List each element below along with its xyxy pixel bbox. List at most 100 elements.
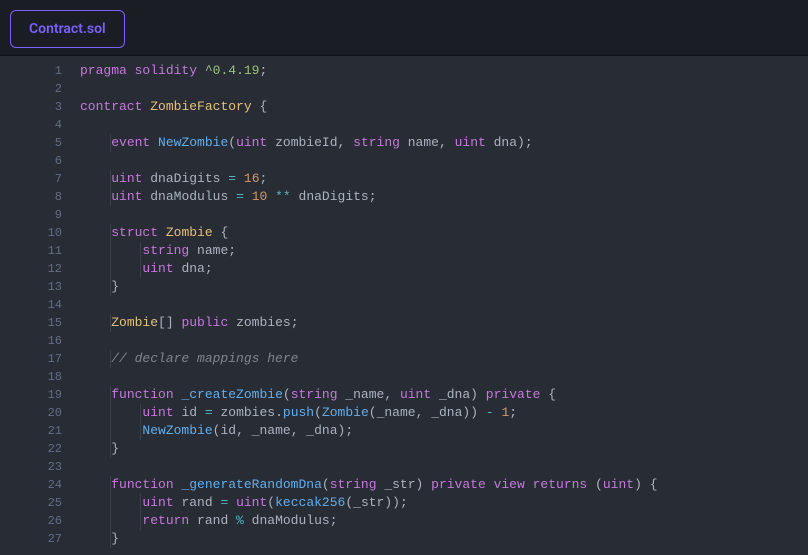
code-line[interactable] xyxy=(80,116,808,134)
token-class: Zombie xyxy=(166,225,213,240)
token-kw: returns xyxy=(533,477,588,492)
token-punc: ( xyxy=(345,495,353,510)
code-line[interactable]: function _createZombie(string _name, uin… xyxy=(80,386,808,404)
token-punc: ( xyxy=(369,405,377,420)
token-punc: ; xyxy=(330,513,338,528)
token-kw: struct xyxy=(111,225,158,240)
code-line[interactable] xyxy=(80,80,808,98)
token-plain: dnaModulus xyxy=(142,189,236,204)
token-plain: rand xyxy=(174,495,221,510)
token-punc: ( xyxy=(267,495,275,510)
token-num: 10 xyxy=(252,189,268,204)
line-number: 23 xyxy=(0,458,62,476)
code-line[interactable] xyxy=(80,152,808,170)
indent-guide xyxy=(110,422,111,440)
code-line[interactable]: string name; xyxy=(80,242,808,260)
token-plain xyxy=(486,477,494,492)
token-punc: ; xyxy=(291,315,299,330)
tab-contract-sol[interactable]: Contract.sol xyxy=(10,10,125,48)
token-punc: { xyxy=(220,225,228,240)
code-line[interactable]: pragma solidity ^0.4.19; xyxy=(80,62,808,80)
indent-guide xyxy=(110,386,111,404)
code-line[interactable] xyxy=(80,368,808,386)
line-number: 11 xyxy=(0,242,62,260)
token-op: - xyxy=(486,405,494,420)
indent-guide xyxy=(110,224,111,242)
code-line[interactable] xyxy=(80,206,808,224)
token-kw: function xyxy=(111,387,173,402)
token-punc: ( xyxy=(314,405,322,420)
token-plain: _name xyxy=(244,423,291,438)
token-type: uint xyxy=(142,495,173,510)
indent-guide xyxy=(110,404,111,422)
token-func: keccak256 xyxy=(275,495,345,510)
token-type: uint xyxy=(603,477,634,492)
line-number: 21 xyxy=(0,422,62,440)
token-punc: { xyxy=(548,387,556,402)
token-plain: name xyxy=(189,243,228,258)
token-plain: _dna xyxy=(431,387,470,402)
indent-guide xyxy=(110,512,111,530)
token-op: ** xyxy=(275,189,291,204)
code-line[interactable]: NewZombie(id, _name, _dna); xyxy=(80,422,808,440)
token-plain: _str xyxy=(377,477,416,492)
code-line[interactable]: contract ZombieFactory { xyxy=(80,98,808,116)
token-mod: view xyxy=(494,477,525,492)
token-plain xyxy=(197,63,205,78)
token-punc: ; xyxy=(525,135,533,150)
code-line[interactable]: function _generateRandomDna(string _str)… xyxy=(80,476,808,494)
token-plain: _dna xyxy=(299,423,338,438)
token-punc: ; xyxy=(509,405,517,420)
code-line[interactable]: } xyxy=(80,530,808,548)
line-number: 20 xyxy=(0,404,62,422)
code-line[interactable]: } xyxy=(80,440,808,458)
code-line[interactable]: // declare mappings here xyxy=(80,350,808,368)
code-line[interactable]: uint id = zombies.push(Zombie(_name, _dn… xyxy=(80,404,808,422)
code-line[interactable]: uint dnaModulus = 10 ** dnaDigits; xyxy=(80,188,808,206)
line-number: 25 xyxy=(0,494,62,512)
indent-guide xyxy=(140,512,141,530)
token-func: _generateRandomDna xyxy=(181,477,321,492)
token-kw: event xyxy=(111,135,150,150)
code-line[interactable] xyxy=(80,458,808,476)
indent-guide xyxy=(140,242,141,260)
line-number: 8 xyxy=(0,188,62,206)
indent-guide xyxy=(140,260,141,278)
code-line[interactable]: return rand % dnaModulus; xyxy=(80,512,808,530)
code-line[interactable]: Zombie[] public zombies; xyxy=(80,314,808,332)
code-line[interactable] xyxy=(80,296,808,314)
code-line[interactable]: struct Zombie { xyxy=(80,224,808,242)
token-kw: function xyxy=(111,477,173,492)
token-kw: contract xyxy=(80,99,142,114)
line-gutter: 1234567891011121314151617181920212223242… xyxy=(0,56,76,555)
token-punc: , xyxy=(236,423,244,438)
indent-guide xyxy=(110,440,111,458)
code-line[interactable]: uint dnaDigits = 16; xyxy=(80,170,808,188)
code-line[interactable]: } xyxy=(80,278,808,296)
token-plain xyxy=(150,135,158,150)
line-number: 14 xyxy=(0,296,62,314)
token-mod: public xyxy=(181,315,228,330)
indent-guide xyxy=(110,530,111,548)
code-line[interactable]: uint rand = uint(keccak256(_str)); xyxy=(80,494,808,512)
token-punc: ( xyxy=(322,477,330,492)
token-plain xyxy=(392,387,400,402)
line-number: 18 xyxy=(0,368,62,386)
token-plain xyxy=(478,405,486,420)
token-punc: , xyxy=(291,423,299,438)
token-type: string xyxy=(353,135,400,150)
code-line[interactable]: uint dna; xyxy=(80,260,808,278)
line-number: 4 xyxy=(0,116,62,134)
line-number: 5 xyxy=(0,134,62,152)
code-area[interactable]: pragma solidity ^0.4.19; contract ZombieF… xyxy=(76,56,808,555)
code-editor[interactable]: 1234567891011121314151617181920212223242… xyxy=(0,56,808,555)
code-line[interactable]: event NewZombie(uint zombieId, string na… xyxy=(80,134,808,152)
code-line[interactable] xyxy=(80,332,808,350)
token-func: NewZombie xyxy=(158,135,228,150)
token-func: NewZombie xyxy=(142,423,212,438)
tab-bar: Contract.sol xyxy=(0,0,808,56)
token-mod: private xyxy=(431,477,486,492)
line-number: 12 xyxy=(0,260,62,278)
token-punc: [] xyxy=(158,315,174,330)
token-plain: rand xyxy=(189,513,236,528)
